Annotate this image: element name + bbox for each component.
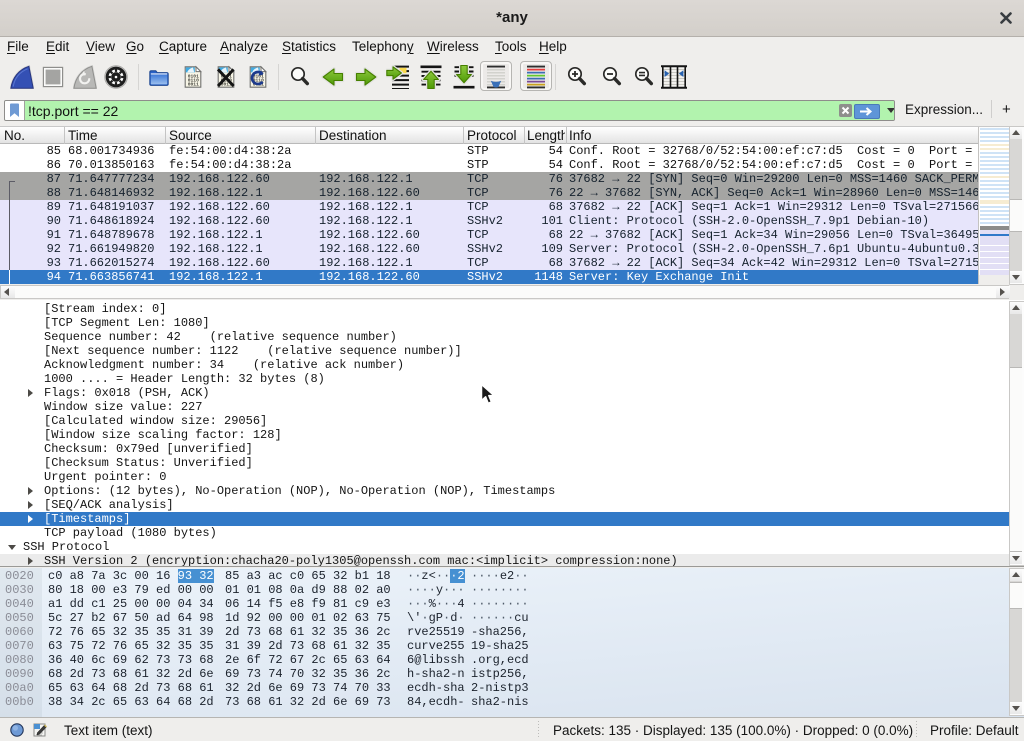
svg-text:0011: 0011 <box>188 82 199 88</box>
